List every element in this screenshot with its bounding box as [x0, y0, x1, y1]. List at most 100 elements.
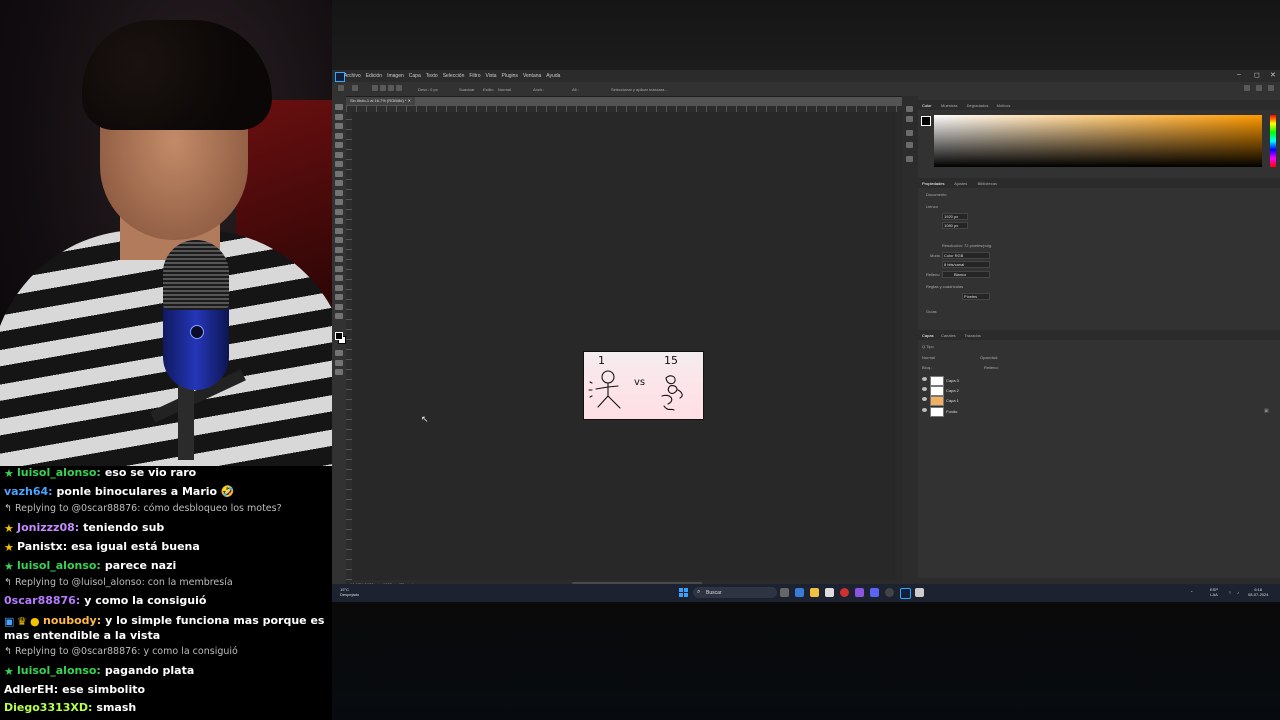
layers-tab-canales[interactable]: Canales [941, 333, 956, 338]
document-tab[interactable]: Sin título-1 al 16,7% (RGB/8#) * ✕ [346, 97, 415, 105]
eyedropper-tool-icon[interactable] [335, 170, 343, 177]
color-tab-color[interactable]: Color [922, 103, 932, 108]
document-canvas[interactable]: 1 15 vs [584, 352, 703, 419]
visibility-eye-icon[interactable] [922, 377, 927, 381]
visibility-eye-icon[interactable] [922, 387, 927, 392]
select-mask-button[interactable]: Seleccionar y aplicar máscara... [611, 87, 668, 92]
menu-item-ventana[interactable]: Ventana [523, 73, 541, 79]
marquee-tool-icon[interactable] [335, 123, 343, 129]
zoom-tool-icon[interactable] [335, 303, 343, 310]
adjust-icon[interactable] [906, 142, 913, 148]
taskbar-search[interactable]: ⌕ Buscar [693, 587, 777, 598]
opera-icon[interactable] [840, 588, 849, 597]
canvas-area[interactable]: 1 15 vs [352, 112, 902, 580]
lasso-tool-icon[interactable] [335, 132, 343, 139]
windows-start-icon[interactable] [679, 588, 688, 597]
home-icon[interactable] [338, 85, 344, 91]
canvas-header[interactable]: Lienzo [926, 204, 938, 209]
layer-row[interactable]: Capa 1 [918, 395, 1280, 407]
shape-tool-icon[interactable] [335, 284, 343, 291]
move-tool-icon[interactable] [335, 104, 343, 110]
gradient-tool-icon[interactable] [335, 227, 343, 234]
menu-item-edicion[interactable]: Edición [366, 73, 382, 79]
history-brush-tool-icon[interactable] [335, 208, 343, 215]
feather-field[interactable]: Desv.: 0 px [418, 87, 438, 92]
color-tab-muestras[interactable]: Muestras [941, 103, 957, 108]
chat-username[interactable]: Panistx: [17, 540, 67, 553]
edit-toolbar-icon[interactable] [335, 369, 343, 375]
file-explorer-icon[interactable] [810, 588, 819, 597]
chat-username[interactable]: AdlerEH: [4, 683, 58, 696]
capture-icon[interactable] [915, 588, 924, 597]
chat-username[interactable]: luisol_alonso: [17, 559, 101, 572]
layers-tab-trazados[interactable]: Trazados [964, 333, 981, 338]
artboard-tool-icon[interactable] [335, 113, 343, 120]
stamp-tool-icon[interactable] [335, 199, 343, 205]
menu-item-filtro[interactable]: Filtro [469, 73, 480, 79]
workspace-icon[interactable] [1268, 85, 1274, 91]
path-select-tool-icon[interactable] [335, 275, 343, 281]
foreground-color-swatch[interactable] [921, 116, 931, 126]
network-icon[interactable]: ⌔ [1228, 590, 1232, 595]
style-select[interactable]: Normal [498, 87, 511, 92]
menu-item-imagen[interactable]: Imagen [387, 73, 404, 79]
layer-row[interactable]: Fondo ▣ [918, 406, 1280, 417]
properties-tab-bibliotecas[interactable]: Bibliotecas [978, 181, 997, 186]
new-selection-icon[interactable] [372, 85, 378, 91]
quick-mask-icon[interactable] [335, 350, 343, 356]
search-icon[interactable] [1244, 85, 1250, 91]
obs-icon[interactable] [885, 588, 894, 597]
fill-opacity-label[interactable]: Relleno: [984, 365, 999, 370]
guides-header[interactable]: Guías [926, 309, 937, 314]
frame-tool-icon[interactable] [335, 161, 343, 167]
properties-tab-propiedades[interactable]: Propiedades [922, 181, 944, 186]
chat-username[interactable]: Jonizzz08: [17, 521, 79, 534]
chat-username[interactable]: luisol_alonso: [17, 664, 101, 677]
history-icon[interactable] [906, 106, 913, 112]
opacity-label[interactable]: Opacidad: [980, 355, 998, 360]
paths-icon[interactable] [906, 156, 913, 162]
chat-username[interactable]: 0scar88876: [4, 594, 80, 607]
pen-tool-icon[interactable] [335, 256, 343, 262]
maximize-button[interactable]: ◻ [1254, 71, 1260, 79]
type-tool-icon[interactable] [335, 265, 343, 272]
comments-icon[interactable] [906, 116, 913, 122]
chat-username[interactable]: vazh64: [4, 485, 53, 498]
discord-icon[interactable] [870, 588, 879, 597]
brush-tool-icon[interactable] [335, 189, 343, 196]
layer-filter[interactable]: Q Tipo [922, 344, 934, 349]
color-picker-field[interactable] [934, 115, 1262, 167]
clock[interactable]: 6:16 08-07-2024 [1248, 587, 1268, 597]
help-icon[interactable] [1256, 85, 1262, 91]
vertical-scrollbar[interactable] [895, 112, 901, 580]
menu-item-vista[interactable]: Vista [486, 73, 497, 79]
subtract-selection-icon[interactable] [388, 85, 394, 91]
antialias-checkbox[interactable]: Suavizar [459, 87, 475, 92]
add-selection-icon[interactable] [380, 85, 386, 91]
tray-chevron-icon[interactable]: ⌃ [1190, 590, 1193, 595]
chat-username[interactable]: luisol_alonso: [17, 466, 101, 479]
photoshop-taskbar-icon[interactable] [900, 588, 911, 599]
marquee-tool-icon[interactable] [352, 85, 358, 91]
layers-tab-capas[interactable]: Capas [922, 333, 934, 338]
volume-icon[interactable]: ♪ [1237, 590, 1239, 595]
close-button[interactable]: ✕ [1270, 71, 1276, 79]
screen-mode-icon[interactable] [335, 359, 343, 366]
intersect-selection-icon[interactable] [396, 85, 402, 91]
visibility-eye-icon[interactable] [922, 407, 927, 412]
properties-tab-ajustes[interactable]: Ajustes [954, 181, 967, 186]
blend-mode-select[interactable]: Normal [922, 355, 935, 360]
eraser-tool-icon[interactable] [335, 218, 343, 224]
chat-username[interactable]: Diego3313XD: [4, 701, 92, 714]
layer-row[interactable]: Capa 2 [918, 385, 1280, 397]
color-tab-motivos[interactable]: Motivos [997, 103, 1011, 108]
minimize-button[interactable]: – [1237, 71, 1241, 78]
brush-settings-icon[interactable] [906, 130, 913, 136]
hand-tool-icon[interactable] [335, 294, 343, 300]
visibility-eye-icon[interactable] [922, 397, 927, 402]
menu-item-texto[interactable]: Texto [426, 73, 438, 79]
menu-item-ayuda[interactable]: Ayuda [546, 73, 560, 79]
menu-item-capa[interactable]: Capa [409, 73, 421, 79]
menu-item-archivo[interactable]: Archivo [344, 73, 361, 79]
app-icon[interactable] [855, 588, 864, 597]
